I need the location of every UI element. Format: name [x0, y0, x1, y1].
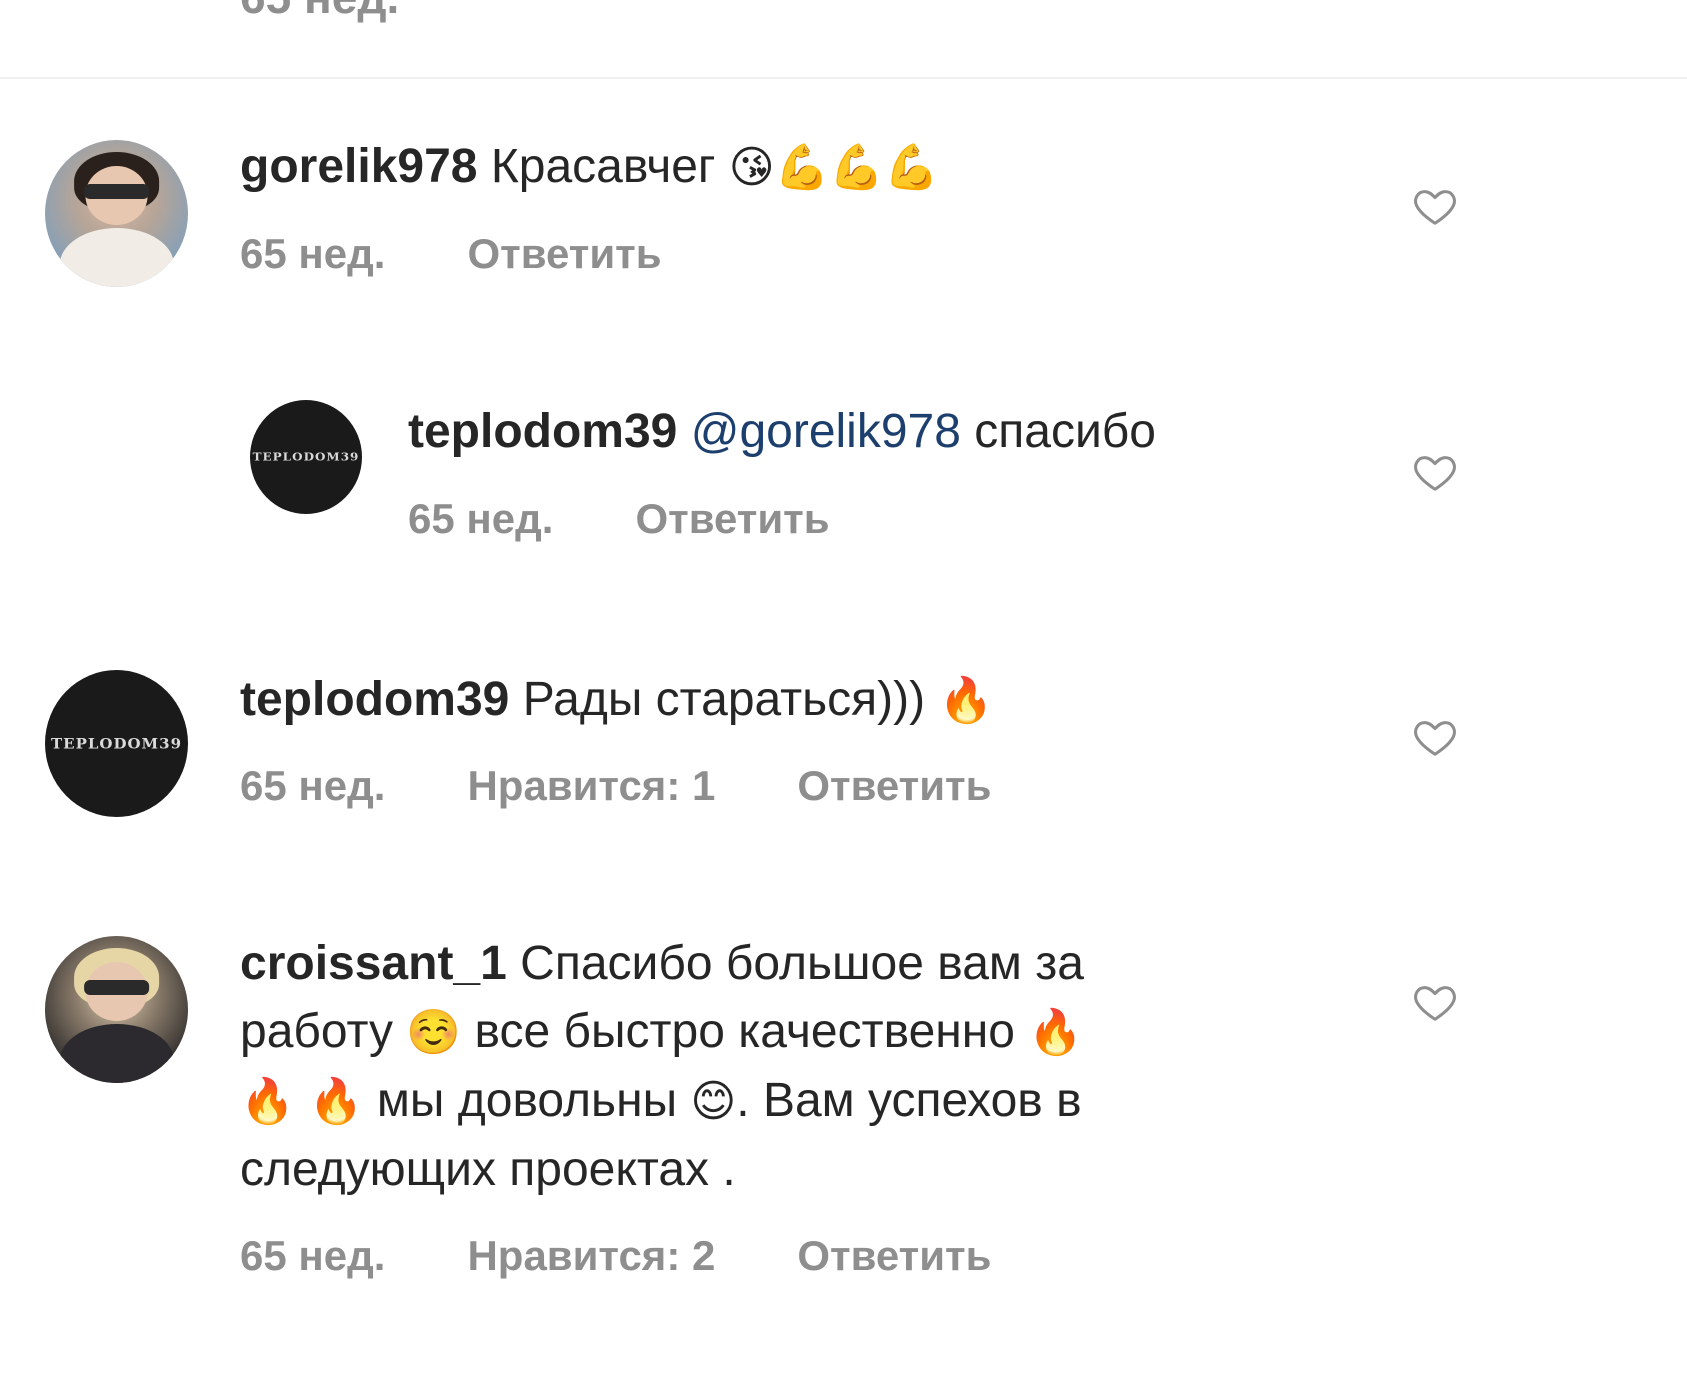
- reply-button[interactable]: Ответить: [635, 495, 829, 543]
- fire-emoji: 🔥 🔥: [240, 1076, 364, 1127]
- comment-username[interactable]: teplodom39: [408, 405, 677, 458]
- reply-button[interactable]: Ответить: [467, 230, 661, 278]
- comment-time: 65 нед.: [240, 762, 386, 809]
- avatar-glasses: [83, 980, 150, 995]
- comment-meta: 65 нед. Ответить: [408, 495, 830, 543]
- comment-text: работу: [240, 1005, 394, 1058]
- comment-username[interactable]: croissant_1: [240, 937, 507, 990]
- heart-outline-icon[interactable]: [1410, 979, 1460, 1025]
- avatar-logo-text: TEPLODOM39: [50, 735, 183, 752]
- heart-outline-icon[interactable]: [1410, 449, 1460, 495]
- comment-body: teplodom39 @gorelik978 спасибо: [408, 398, 1156, 466]
- comment-time: 65 нед.: [408, 495, 554, 542]
- comment-text: следующих проектах .: [240, 1143, 736, 1196]
- comment-line-2: работу ☺️ все быстро качественно 🔥: [240, 998, 1360, 1067]
- comment-body: gorelik978 Красавчег 😘💪💪💪: [240, 133, 939, 202]
- comment-line-1: croissant_1 Спасибо большое вам за: [240, 930, 1360, 998]
- comment-meta: 65 нед. Нравится: 1 Ответить: [240, 762, 991, 810]
- avatar[interactable]: TEPLODOM39: [250, 400, 362, 514]
- smile-emoji: 😊: [690, 1076, 737, 1127]
- avatar-shirt: [59, 228, 174, 287]
- smiling-emoji: ☺️: [406, 1007, 462, 1058]
- comment-text: Красавчег: [490, 140, 716, 193]
- comment-body: teplodom39 Рады стараться))) 🔥: [240, 666, 993, 735]
- avatar-glasses: [83, 184, 150, 199]
- heart-outline-icon[interactable]: [1410, 714, 1460, 760]
- comment-text: Рады стараться))): [522, 673, 926, 726]
- comment-time: 65 нед.: [240, 1232, 386, 1279]
- emoji-kiss-muscles: 😘💪💪💪: [728, 142, 939, 193]
- avatar[interactable]: TEPLODOM39: [45, 670, 188, 817]
- comment-body: croissant_1 Спасибо большое вам за работ…: [240, 930, 1360, 1204]
- comment-text: Спасибо большое вам за: [520, 937, 1084, 990]
- likes-count[interactable]: Нравится: 2: [467, 1232, 715, 1280]
- comment-meta: 65 нед. Ответить: [240, 230, 662, 278]
- truncated-timestamp: 65 нед.: [240, 0, 399, 24]
- comment-text: все быстро качественно: [474, 1005, 1015, 1058]
- reply-button[interactable]: Ответить: [797, 762, 991, 810]
- comment-meta: 65 нед. Нравится: 2 Ответить: [240, 1232, 991, 1280]
- avatar[interactable]: [45, 936, 188, 1083]
- comment-line-4: следующих проектах .: [240, 1136, 1360, 1204]
- heart-outline-icon[interactable]: [1410, 183, 1460, 229]
- mention-link[interactable]: @gorelik978: [691, 405, 961, 458]
- fire-emoji: 🔥: [1028, 1007, 1084, 1058]
- avatar-logo-text: TEPLODOM39: [252, 450, 360, 464]
- comment-username[interactable]: gorelik978: [240, 140, 477, 193]
- reply-button[interactable]: Ответить: [797, 1232, 991, 1280]
- avatar[interactable]: [45, 140, 188, 287]
- divider: [0, 77, 1687, 79]
- comment-time: 65 нед.: [240, 230, 386, 277]
- comment-text: мы довольны: [376, 1074, 678, 1127]
- comment-line-3: 🔥 🔥 мы довольны 😊. Вам успехов в: [240, 1067, 1360, 1136]
- avatar-shirt: [59, 1024, 174, 1083]
- comment-username[interactable]: teplodom39: [240, 673, 509, 726]
- fire-emoji: 🔥: [938, 675, 994, 726]
- comment-text: . Вам успехов в: [736, 1074, 1082, 1127]
- likes-count[interactable]: Нравится: 1: [467, 762, 715, 810]
- comment-text: спасибо: [974, 405, 1156, 458]
